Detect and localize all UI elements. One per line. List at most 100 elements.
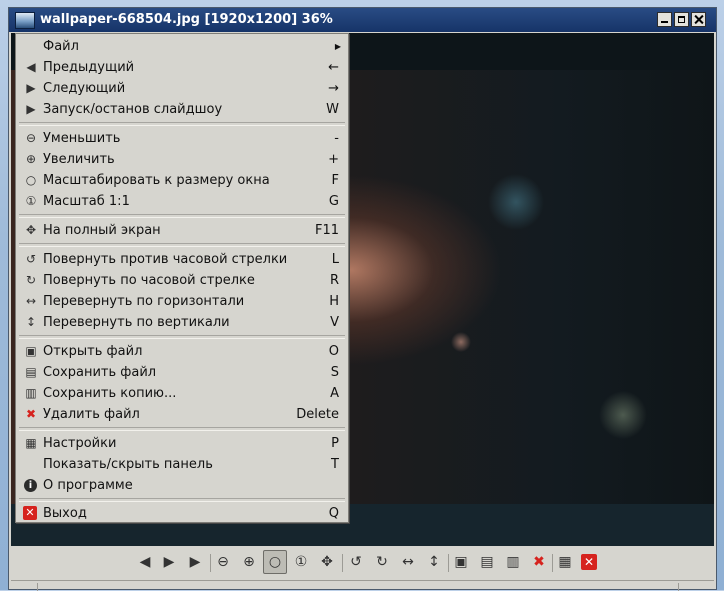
menu-separator: [19, 243, 345, 247]
menu-item-previous[interactable]: ◀ Предыдущий ←: [16, 57, 348, 78]
title-bar[interactable]: wallpaper-668504.jpg [1920x1200] 36%: [9, 8, 716, 32]
flip-horizontal-button[interactable]: ↔: [396, 550, 420, 574]
menu-item-label: Выход: [43, 506, 87, 521]
menu-item-file[interactable]: Файл ▶: [16, 36, 348, 57]
prev-button[interactable]: ◀: [133, 550, 157, 574]
toolbar: ◀ ▶ ▶ ⊖ ⊕ ○ ① ✥ ↺ ↻ ↔ ↕ ▣ ▤ ▥ ✖ ▦ ✕: [11, 547, 714, 579]
menu-item-label: Перевернуть по горизонтали: [43, 294, 245, 309]
menu-item-zoom-fit[interactable]: ○ Масштабировать к размеру окна F: [16, 170, 348, 191]
menu-item-shortcut: V: [330, 315, 339, 330]
menu-item-label: Следующий: [43, 81, 126, 96]
menu-item-rotate-ccw[interactable]: ↺ Повернуть против часовой стрелки L: [16, 249, 348, 270]
menu-item-shortcut: Delete: [296, 407, 339, 422]
menu-item-shortcut: W: [326, 102, 339, 117]
menu-item-shortcut: L: [331, 252, 339, 267]
zoom-fit-button[interactable]: ○: [263, 550, 287, 574]
preferences-icon: ▦: [558, 554, 572, 570]
menu-item-label: О программе: [43, 478, 133, 493]
fullscreen-button[interactable]: ✥: [315, 550, 339, 574]
menu-item-shortcut: T: [331, 457, 339, 472]
delete-file-button[interactable]: ✖: [527, 550, 551, 574]
zoom-original-button[interactable]: ①: [289, 550, 313, 574]
menu-item-label: Сохранить файл: [43, 365, 157, 380]
quit-icon: ✕: [583, 555, 595, 569]
menu-item-shortcut: F: [331, 173, 339, 188]
zoom-in-button[interactable]: ⊕: [237, 550, 261, 574]
menu-item-label: Масштаб 1:1: [43, 194, 130, 209]
menu-separator: [19, 122, 345, 126]
flip-horizontal-icon: ↔: [25, 294, 37, 308]
menu-item-zoom-in[interactable]: ⊕ Увеличить +: [16, 149, 348, 170]
menu-item-open-file[interactable]: ▣ Открыть файл O: [16, 341, 348, 362]
menu-item-next[interactable]: ▶ Следующий →: [16, 78, 348, 99]
menu-item-shortcut: Q: [328, 506, 339, 521]
rotate-cw-icon: ↻: [376, 554, 388, 570]
menu-separator: [19, 214, 345, 218]
menu-item-zoom-out[interactable]: ⊖ Уменьшить -: [16, 128, 348, 149]
open-file-icon: ▣: [454, 554, 468, 570]
menu-item-save-copy[interactable]: ▥ Сохранить копию... A: [16, 383, 348, 404]
play-icon: ▶: [189, 554, 201, 570]
delete-icon: ✖: [533, 554, 545, 570]
menu-item-flip-vertical[interactable]: ↕ Перевернуть по вертикали V: [16, 312, 348, 333]
menu-item-save-file[interactable]: ▤ Сохранить файл S: [16, 362, 348, 383]
app-icon: [15, 12, 35, 29]
menu-item-shortcut: F11: [314, 223, 339, 238]
zoom-original-icon: ①: [294, 554, 308, 570]
context-menu: Файл ▶ ◀ Предыдущий ← ▶ Следующий → ▶ За…: [15, 33, 349, 523]
maximize-button[interactable]: [674, 12, 689, 27]
info-icon: i: [24, 479, 37, 492]
zoom-original-icon: ①: [25, 194, 37, 208]
window-title: wallpaper-668504.jpg [1920x1200] 36%: [40, 12, 333, 27]
menu-item-shortcut: A: [330, 386, 339, 401]
zoom-fit-icon: ○: [25, 173, 37, 187]
menu-item-shortcut: S: [330, 365, 339, 380]
flip-horizontal-icon: ↔: [402, 554, 414, 570]
menu-item-shortcut: P: [331, 436, 339, 451]
menu-item-label: Масштабировать к размеру окна: [43, 173, 270, 188]
menu-item-zoom-original[interactable]: ① Масштаб 1:1 G: [16, 191, 348, 212]
minimize-button[interactable]: [657, 12, 672, 27]
menu-item-preferences[interactable]: ▦ Настройки P: [16, 433, 348, 454]
menu-item-quit[interactable]: ✕ Выход Q: [16, 503, 348, 524]
menu-item-rotate-cw[interactable]: ↻ Повернуть по часовой стрелке R: [16, 270, 348, 291]
menu-item-toggle-panel[interactable]: Показать/скрыть панель T: [16, 454, 348, 475]
open-file-button[interactable]: ▣: [449, 550, 473, 574]
save-copy-button[interactable]: ▥: [501, 550, 525, 574]
menu-item-flip-horizontal[interactable]: ↔ Перевернуть по горизонтали H: [16, 291, 348, 312]
quit-button[interactable]: ✕: [581, 554, 597, 570]
rotate-ccw-icon: ↺: [350, 554, 362, 570]
menu-item-fullscreen[interactable]: ✥ На полный экран F11: [16, 220, 348, 241]
menu-item-label: Перевернуть по вертикали: [43, 315, 230, 330]
toolbar-separator: [342, 554, 343, 572]
menu-item-label: Увеличить: [43, 152, 115, 167]
menu-item-label: Предыдущий: [43, 60, 135, 75]
close-window-button[interactable]: [691, 12, 706, 27]
menu-separator: [19, 427, 345, 431]
flip-vertical-button[interactable]: ↕: [422, 550, 446, 574]
menu-item-slideshow[interactable]: ▶ Запуск/останов слайдшоу W: [16, 99, 348, 120]
rotate-cw-button[interactable]: ↻: [370, 550, 394, 574]
rotate-ccw-button[interactable]: ↺: [344, 550, 368, 574]
arrow-right-icon: ▶: [163, 554, 175, 570]
menu-item-delete-file[interactable]: ✖ Удалить файл Delete: [16, 404, 348, 425]
zoom-out-button[interactable]: ⊖: [211, 550, 235, 574]
status-bar: [11, 580, 714, 591]
zoom-fit-icon: ○: [268, 554, 282, 570]
slideshow-button[interactable]: ▶: [183, 550, 207, 574]
fullscreen-icon: ✥: [321, 554, 333, 570]
menu-separator: [19, 335, 345, 339]
menu-item-label: Уменьшить: [43, 131, 121, 146]
menu-item-about[interactable]: i О программе: [16, 475, 348, 496]
menu-item-shortcut: -: [334, 131, 339, 146]
zoom-out-icon: ⊖: [217, 554, 229, 570]
next-button[interactable]: ▶: [157, 550, 181, 574]
menu-item-label: Показать/скрыть панель: [43, 457, 213, 472]
preferences-button[interactable]: ▦: [553, 550, 577, 574]
save-file-icon: ▤: [480, 554, 494, 570]
save-copy-icon: ▥: [506, 554, 520, 570]
menu-item-label: Удалить файл: [43, 407, 140, 422]
save-file-button[interactable]: ▤: [475, 550, 499, 574]
menu-item-label: Повернуть по часовой стрелке: [43, 273, 255, 288]
delete-icon: ✖: [25, 407, 37, 421]
